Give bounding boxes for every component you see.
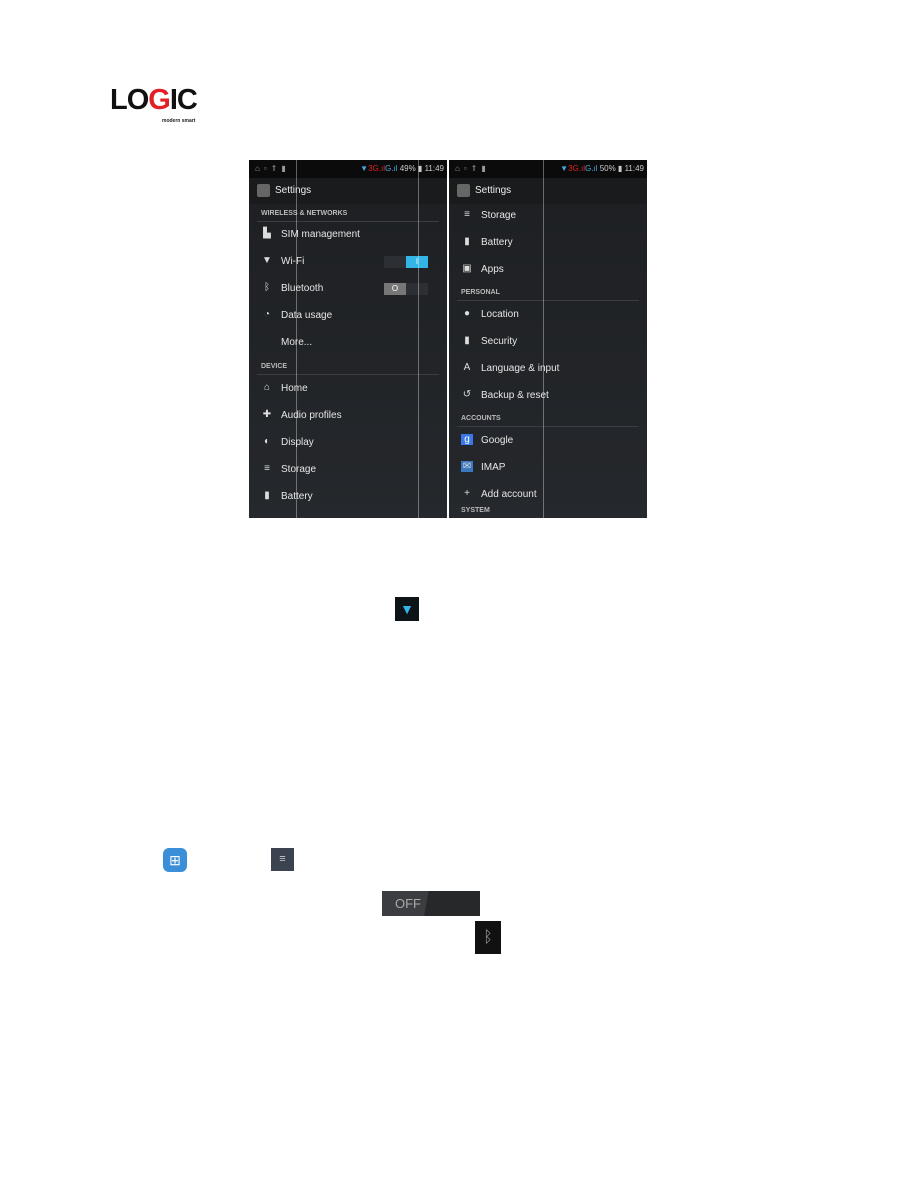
storage-icon: ≡ xyxy=(464,209,470,220)
status-bar: ⌂▫⇑▮ ▼3G.ılG.ıl 50% ▮ 11:49 xyxy=(449,160,647,178)
section-header: SYSTEM xyxy=(461,507,490,514)
bluetooth-icon: ᛒ xyxy=(475,921,501,954)
sim-icon: ▙ xyxy=(263,228,271,239)
item-label: Data usage xyxy=(281,310,333,321)
security-icon: ▮ xyxy=(464,335,470,346)
off-toggle-icon: OFF xyxy=(382,891,480,916)
section-header: WIRELESS & NETWORKS xyxy=(261,210,348,217)
display-icon: ◐ xyxy=(263,436,271,447)
data-usage-icon: ◔ xyxy=(263,309,271,320)
item-label: Home xyxy=(281,383,308,394)
item-label: Language & input xyxy=(481,363,560,374)
document-page: LOGIC modern smart ⌂▫⇑▮ ▼3G.ılG.ıl 49% ▮… xyxy=(0,0,914,1186)
section-header: ACCOUNTS xyxy=(461,415,501,422)
audio-profiles-icon: ✚ xyxy=(262,409,272,420)
home-icon: ⌂ xyxy=(263,382,271,393)
apps-icon: ▣ xyxy=(462,263,472,274)
imap-icon: ✉ xyxy=(461,461,473,472)
bluetooth-toggle[interactable]: O xyxy=(384,283,428,295)
logic-logo: LOGIC modern smart xyxy=(110,84,220,128)
item-label: Storage xyxy=(481,210,517,221)
list-item[interactable]: ● Location xyxy=(449,305,647,325)
item-label: Audio profiles xyxy=(281,410,342,421)
item-label: Location xyxy=(481,309,519,320)
list-item[interactable]: ✉ IMAP xyxy=(449,458,647,478)
item-label: Apps xyxy=(481,264,504,275)
add-icon: + xyxy=(464,488,470,499)
toggle-knob: O xyxy=(384,283,406,295)
google-icon: g xyxy=(461,434,473,445)
wifi-icon: ▼ xyxy=(262,255,272,266)
settings-app-icon: ≡ xyxy=(271,848,294,871)
logo-tagline: modern smart xyxy=(162,118,196,124)
wifi-status-icon: ▼ xyxy=(395,597,419,621)
toggle-knob: I xyxy=(406,256,428,268)
section-header: PERSONAL xyxy=(461,289,500,296)
list-item[interactable]: ▣ Apps xyxy=(449,260,647,280)
item-label: Battery xyxy=(481,237,513,248)
item-label: Wi-Fi xyxy=(281,256,305,267)
list-item[interactable]: ↺ Backup & reset xyxy=(449,386,647,406)
list-item[interactable]: g Google xyxy=(449,431,647,451)
settings-icon[interactable] xyxy=(457,184,470,197)
title: Settings xyxy=(475,185,512,196)
off-label: OFF xyxy=(395,896,421,911)
settings-screenshot-right: ⌂▫⇑▮ ▼3G.ılG.ıl 50% ▮ 11:49 Settings ≡ St… xyxy=(449,160,647,518)
action-bar: Settings xyxy=(449,178,647,204)
list-item[interactable]: ≡ Storage xyxy=(449,206,647,226)
item-label: Security xyxy=(481,336,518,347)
list-item[interactable]: A Language & input xyxy=(449,359,647,379)
battery-icon: ▮ xyxy=(464,236,470,247)
item-label: Google xyxy=(481,435,514,446)
section-header: DEVICE xyxy=(261,363,288,370)
bluetooth-icon: ᛒ xyxy=(264,282,270,293)
title: Settings xyxy=(275,185,312,196)
battery-icon: ▮ xyxy=(264,490,270,501)
item-label: Display xyxy=(281,437,314,448)
apps-launcher-icon: ⊞ xyxy=(163,848,187,872)
settings-icon[interactable] xyxy=(257,184,270,197)
logo-g: G xyxy=(148,84,171,116)
list-item[interactable]: ▮ Battery xyxy=(449,233,647,253)
item-label: IMAP xyxy=(481,462,506,473)
logo-text: LO xyxy=(110,84,149,116)
backup-icon: ↺ xyxy=(462,389,472,400)
item-label: Bluetooth xyxy=(281,283,324,294)
item-label: SIM management xyxy=(281,229,360,240)
wifi-toggle[interactable]: I xyxy=(384,256,428,268)
storage-icon: ≡ xyxy=(264,463,270,474)
item-label: Storage xyxy=(281,464,317,475)
list-item[interactable]: ▮ Security xyxy=(449,332,647,352)
list-item[interactable]: + Add account xyxy=(449,485,647,505)
logo-text-ic: IC xyxy=(169,84,198,116)
item-label: Backup & reset xyxy=(481,390,549,401)
location-icon: ● xyxy=(463,308,471,319)
item-label: Add account xyxy=(481,489,537,500)
language-icon: A xyxy=(463,362,471,373)
